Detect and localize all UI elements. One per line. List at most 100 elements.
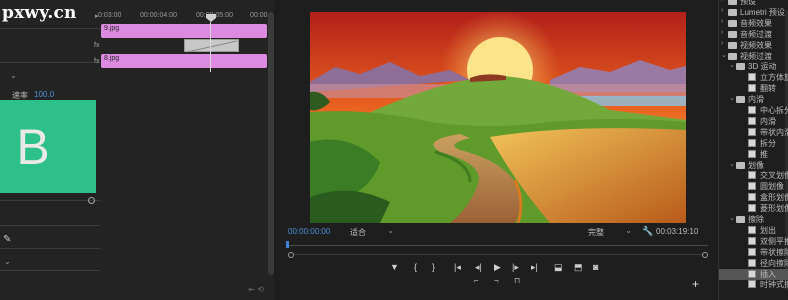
- effect-item[interactable]: 径向擦除: [719, 258, 788, 269]
- timeline-footer-icons[interactable]: ⇤ ⟲: [248, 285, 264, 294]
- chevron-down-icon[interactable]: ⌄: [729, 94, 735, 102]
- effect-item[interactable]: 中心拆分: [719, 105, 788, 116]
- chevron-down-icon[interactable]: ⌄: [729, 160, 735, 168]
- effect-folder[interactable]: ⌄ 内滑: [719, 94, 788, 105]
- effect-folder[interactable]: › 音频过渡: [719, 29, 788, 40]
- transition-preset-icon: [748, 138, 756, 147]
- program-playhead[interactable]: [286, 241, 289, 248]
- chevron-right-icon[interactable]: ▸: [95, 12, 99, 20]
- transition-preset-icon: [748, 127, 756, 136]
- go-to-out-icon[interactable]: ▸|: [531, 262, 538, 273]
- effect-item[interactable]: 带状擦除: [719, 247, 788, 258]
- effect-item[interactable]: 双侧平推门: [719, 236, 788, 247]
- effect-item[interactable]: 盒形划像: [719, 192, 788, 203]
- quality-dropdown[interactable]: 完整 ⌄: [588, 226, 632, 238]
- chevron-down-icon[interactable]: ⌄: [721, 51, 727, 59]
- chevron-right-icon[interactable]: ›: [721, 40, 723, 47]
- add-button-icon[interactable]: +: [692, 277, 699, 291]
- chevron-right-icon[interactable]: ›: [721, 0, 723, 3]
- timeline-clip[interactable]: 9.jpg: [101, 24, 267, 38]
- effect-item[interactable]: 拆分: [719, 138, 788, 149]
- transition-preset-icon: [748, 225, 756, 234]
- program-time-bar[interactable]: [288, 245, 708, 246]
- watermark-logo: pxwy.cn: [2, 3, 77, 23]
- fit-dropdown[interactable]: 适合 ⌄: [350, 226, 394, 238]
- step-back-icon[interactable]: ◂|: [475, 262, 482, 273]
- marker-icon[interactable]: ▼: [390, 262, 399, 272]
- effect-folder[interactable]: › Lumetri 预设: [719, 7, 788, 18]
- effect-label: 视频过渡: [740, 51, 772, 61]
- effect-folder[interactable]: ⌄ 划像: [719, 160, 788, 171]
- effect-item[interactable]: 划出: [719, 225, 788, 236]
- chevron-right-icon[interactable]: ›: [721, 7, 723, 14]
- effect-label: 带状擦除: [760, 247, 788, 257]
- overwrite-icon[interactable]: ¬: [494, 276, 499, 285]
- effect-label: 插入: [760, 269, 776, 279]
- current-timecode[interactable]: 00:00:00:00: [288, 227, 330, 236]
- effect-item[interactable]: 圆划像: [719, 181, 788, 192]
- effect-folder[interactable]: › 音频效果: [719, 18, 788, 29]
- effect-item[interactable]: 内滑: [719, 116, 788, 127]
- effect-item[interactable]: 交叉划像: [719, 170, 788, 181]
- param-value[interactable]: 100.0: [34, 90, 54, 99]
- clip-label: 8.jpg: [104, 55, 120, 62]
- effect-item[interactable]: 翻转: [719, 83, 788, 94]
- chevron-right-icon[interactable]: ›: [721, 29, 723, 36]
- folder-icon: [728, 0, 737, 5]
- duration-timecode: 00:03:19:10: [656, 227, 699, 236]
- play-icon[interactable]: ▶: [494, 262, 501, 273]
- folder-icon: [736, 96, 745, 104]
- folder-icon: [728, 52, 737, 60]
- effect-folder[interactable]: › 视频效果: [719, 40, 788, 51]
- transition-preset-icon: [748, 84, 756, 93]
- chevron-down-icon[interactable]: ⌄: [10, 71, 17, 80]
- chevron-right-icon[interactable]: ›: [721, 18, 723, 25]
- wrench-icon[interactable]: 🔧: [642, 226, 653, 237]
- effect-folder[interactable]: ⌄ 擦除: [719, 214, 788, 225]
- transition-preset-icon: [748, 182, 756, 191]
- scrollbar-end-handle[interactable]: [702, 252, 708, 258]
- track-fx-label: fx: [94, 42, 100, 49]
- effect-label: 音频过渡: [740, 29, 772, 39]
- effect-folder[interactable]: ⌄ 3D 运动: [719, 61, 788, 72]
- timeline-scrollbar[interactable]: [268, 12, 274, 275]
- eyedropper-icon[interactable]: ✎: [3, 234, 11, 245]
- folder-icon: [736, 161, 745, 169]
- export-frame-icon[interactable]: ◙: [593, 262, 598, 272]
- folder-icon: [728, 30, 737, 38]
- effect-label: 翻转: [760, 84, 776, 94]
- step-forward-icon[interactable]: |▸: [512, 262, 519, 273]
- chevron-down-icon[interactable]: ⌄: [729, 214, 735, 222]
- in-point-icon[interactable]: {: [414, 262, 417, 272]
- lift-icon[interactable]: ⬓: [554, 262, 563, 273]
- slider-handle[interactable]: [88, 197, 95, 204]
- timeline-clip[interactable]: 8.jpg: [101, 54, 267, 68]
- zoom-scrollbar[interactable]: [288, 252, 708, 258]
- effect-item[interactable]: 时钟式擦除: [719, 279, 788, 290]
- chevron-down-icon[interactable]: ⌄: [729, 61, 735, 69]
- effect-item[interactable]: 插入: [719, 268, 788, 280]
- out-point-icon[interactable]: }: [432, 262, 435, 272]
- effect-item[interactable]: 带状内滑: [719, 127, 788, 138]
- time-ruler[interactable]: 0:03:00 00:00:04:00 00:00:05:00 00:00: [98, 10, 274, 22]
- trim-icon[interactable]: ⊓: [514, 276, 520, 285]
- effect-label: 拆分: [760, 138, 776, 148]
- scrollbar-track: [293, 254, 703, 255]
- fit-value: 适合: [350, 228, 366, 237]
- chevron-down-icon[interactable]: ⌄: [4, 257, 11, 266]
- effect-item[interactable]: 菱形划像: [719, 203, 788, 214]
- effect-item[interactable]: 推: [719, 149, 788, 160]
- transition-preset-icon: [748, 269, 756, 278]
- transition-preset-icon: [748, 149, 756, 158]
- effect-folder[interactable]: ⌄ 视频过渡: [719, 51, 788, 62]
- effect-label: 擦除: [748, 215, 764, 224]
- transition-preset-icon: [748, 204, 756, 213]
- quality-value: 完整: [588, 228, 604, 237]
- go-to-in-icon[interactable]: |◂: [454, 262, 461, 273]
- scrollbar-start-handle[interactable]: [288, 252, 294, 258]
- transition-block[interactable]: [184, 39, 239, 53]
- transition-preset-icon: [748, 193, 756, 202]
- insert-icon[interactable]: ⌐: [474, 276, 479, 285]
- extract-icon[interactable]: ⬒: [574, 262, 583, 273]
- effect-item[interactable]: 立方体旋转: [719, 72, 788, 83]
